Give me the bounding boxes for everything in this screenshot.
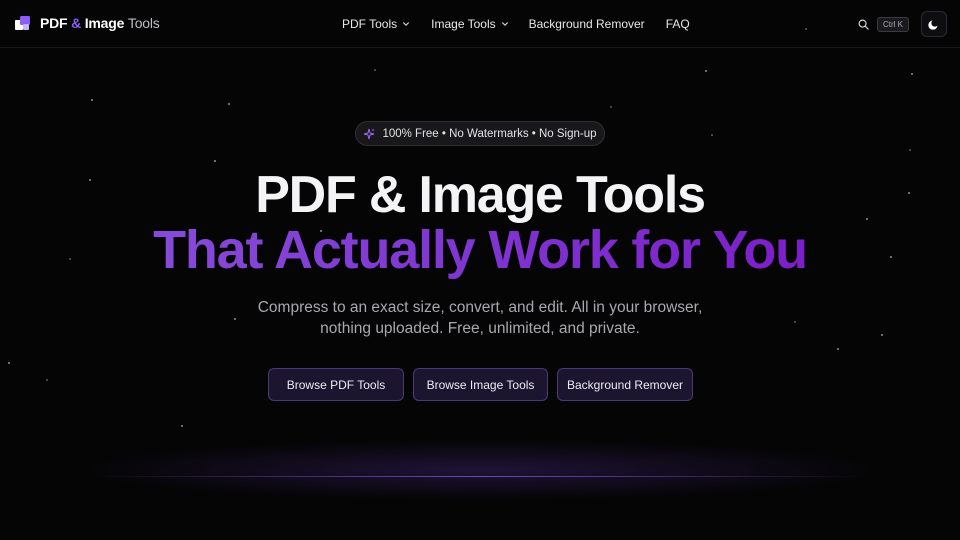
- sparkles-icon: [364, 128, 375, 139]
- theme-toggle-button[interactable]: [921, 11, 947, 37]
- star-dot: [705, 70, 707, 72]
- star-dot: [909, 149, 911, 151]
- background-remover-button[interactable]: Background Remover: [557, 368, 693, 401]
- moon-icon: [928, 20, 938, 30]
- hero-actions: Browse PDF Tools Browse Image Tools Back…: [268, 368, 693, 401]
- nav-background-remover-label: Background Remover: [528, 17, 645, 31]
- nav-background-remover[interactable]: Background Remover: [529, 17, 645, 31]
- star-dot: [228, 103, 230, 105]
- star-dot: [91, 99, 93, 101]
- main-menu: PDF Tools Image Tools Background Remover…: [342, 17, 690, 31]
- shortcut-hint: Ctrl K: [877, 17, 909, 32]
- site-logo[interactable]: PDF & Image Tools: [15, 15, 160, 31]
- star-dot: [911, 73, 913, 75]
- search-icon: [858, 19, 869, 30]
- chevron-down-icon: [501, 22, 508, 26]
- nav-faq-label: FAQ: [665, 17, 690, 31]
- browse-pdf-tools-button[interactable]: Browse PDF Tools: [268, 368, 404, 401]
- search-trigger[interactable]: Ctrl K: [858, 17, 909, 32]
- hero-subtitle-line1: Compress to an exact size, convert, and …: [257, 299, 703, 316]
- nav-image-tools-label: Image Tools: [431, 17, 496, 31]
- nav-faq[interactable]: FAQ: [666, 17, 690, 31]
- hero-badge-text: 100% Free • No Watermarks • No Sign-up: [382, 127, 597, 140]
- hero-divider-line: [90, 476, 870, 477]
- hero-glow: [80, 440, 880, 500]
- logo-text: PDF & Image Tools: [40, 15, 160, 31]
- nav-pdf-tools-label: PDF Tools: [342, 17, 398, 31]
- hero-title-line2: That Actually Work for You: [0, 219, 960, 281]
- chevron-down-icon: [403, 22, 410, 26]
- hero-subtitle-line2: nothing uploaded. Free, unlimited, and p…: [320, 320, 640, 337]
- star-dot: [214, 160, 216, 162]
- star-dot: [374, 69, 376, 71]
- star-dot: [837, 348, 839, 350]
- hero-badge: 100% Free • No Watermarks • No Sign-up: [355, 121, 605, 146]
- logo-icon: [15, 15, 31, 31]
- star-dot: [610, 106, 612, 108]
- star-dot: [8, 362, 10, 364]
- nav-pdf-tools[interactable]: PDF Tools: [342, 17, 410, 31]
- browse-image-tools-button[interactable]: Browse Image Tools: [413, 368, 548, 401]
- star-dot: [46, 379, 48, 381]
- star-dot: [711, 134, 713, 136]
- star-dot: [181, 425, 183, 427]
- hero-subtitle: Compress to an exact size, convert, and …: [0, 297, 960, 339]
- hero-title-line1: PDF & Image Tools: [255, 166, 706, 224]
- top-navbar: PDF & Image Tools PDF Tools Image Tools …: [0, 0, 960, 48]
- nav-image-tools[interactable]: Image Tools: [431, 17, 508, 31]
